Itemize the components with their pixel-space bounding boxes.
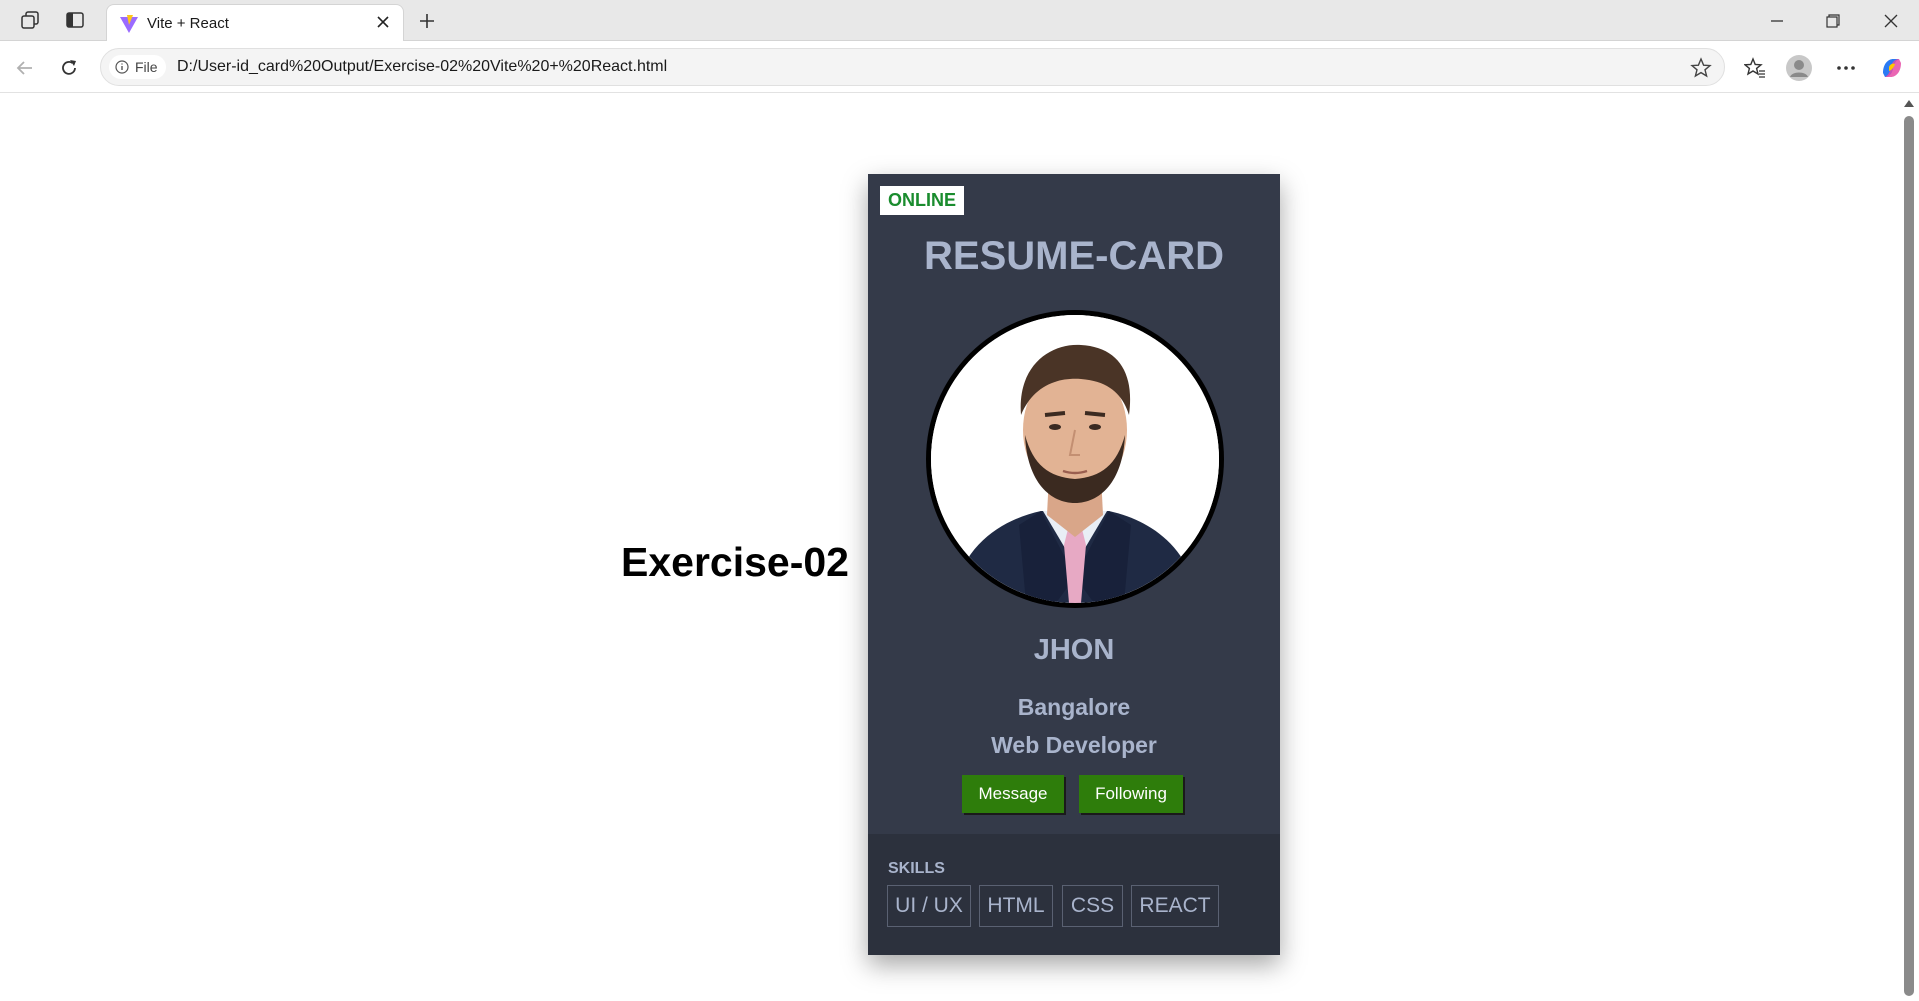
back-arrow-icon[interactable]: [10, 53, 40, 83]
skill-tag: HTML: [979, 885, 1053, 927]
scroll-up-arrow-icon[interactable]: [1904, 100, 1914, 107]
profile-avatar-icon[interactable]: [1783, 52, 1815, 84]
exercise-heading: Exercise-02: [621, 539, 849, 585]
skill-tag: REACT: [1131, 885, 1219, 927]
browser-tab[interactable]: Vite + React: [106, 4, 404, 41]
scroll-thumb[interactable]: [1904, 116, 1914, 996]
workspaces-icon[interactable]: [16, 8, 44, 32]
url-text[interactable]: D:/User-id_card%20Output/Exercise-02%20V…: [177, 58, 667, 76]
resume-card: ONLINE RESUME-CARD JHON Bangalore Web De…: [868, 174, 1280, 955]
address-bar[interactable]: File D:/User-id_card%20Output/Exercise-0…: [100, 48, 1725, 86]
message-button[interactable]: Message: [962, 775, 1064, 813]
refresh-icon[interactable]: [54, 53, 84, 83]
file-scheme-label: File: [135, 59, 158, 75]
favorite-star-icon[interactable]: [1690, 57, 1712, 84]
status-badge: ONLINE: [880, 186, 964, 215]
skills-section: SKILLS UI / UX HTML CSS REACT: [868, 834, 1280, 955]
close-tab-icon[interactable]: [373, 12, 393, 32]
skill-tag: CSS: [1062, 885, 1123, 927]
profile-city: Bangalore: [1017, 694, 1131, 720]
favorites-icon[interactable]: [1739, 52, 1771, 84]
following-button[interactable]: Following: [1079, 775, 1183, 813]
skills-label: SKILLS: [888, 860, 945, 877]
more-options-icon[interactable]: [1830, 52, 1862, 84]
new-tab-icon[interactable]: [414, 8, 440, 34]
vertical-scrollbar[interactable]: [1899, 94, 1919, 1001]
tab-title: Vite + React: [147, 15, 229, 32]
minimize-icon[interactable]: [1757, 8, 1797, 34]
profile-name: JHON: [1033, 634, 1115, 666]
close-window-icon[interactable]: [1871, 8, 1911, 34]
profile-role: Web Developer: [991, 732, 1157, 758]
profile-photo: [926, 310, 1224, 608]
info-icon: [115, 60, 129, 74]
card-title: RESUME-CARD: [924, 234, 1224, 278]
copilot-icon[interactable]: [1876, 52, 1908, 84]
site-info-chip[interactable]: File: [109, 55, 166, 79]
restore-icon[interactable]: [1813, 8, 1853, 34]
vite-logo-icon: [119, 14, 139, 39]
skill-tag: UI / UX: [887, 885, 971, 927]
vertical-tabs-icon[interactable]: [61, 8, 89, 32]
browser-title-bar: Vite + React: [0, 0, 1919, 41]
browser-toolbar: File D:/User-id_card%20Output/Exercise-0…: [0, 41, 1919, 93]
